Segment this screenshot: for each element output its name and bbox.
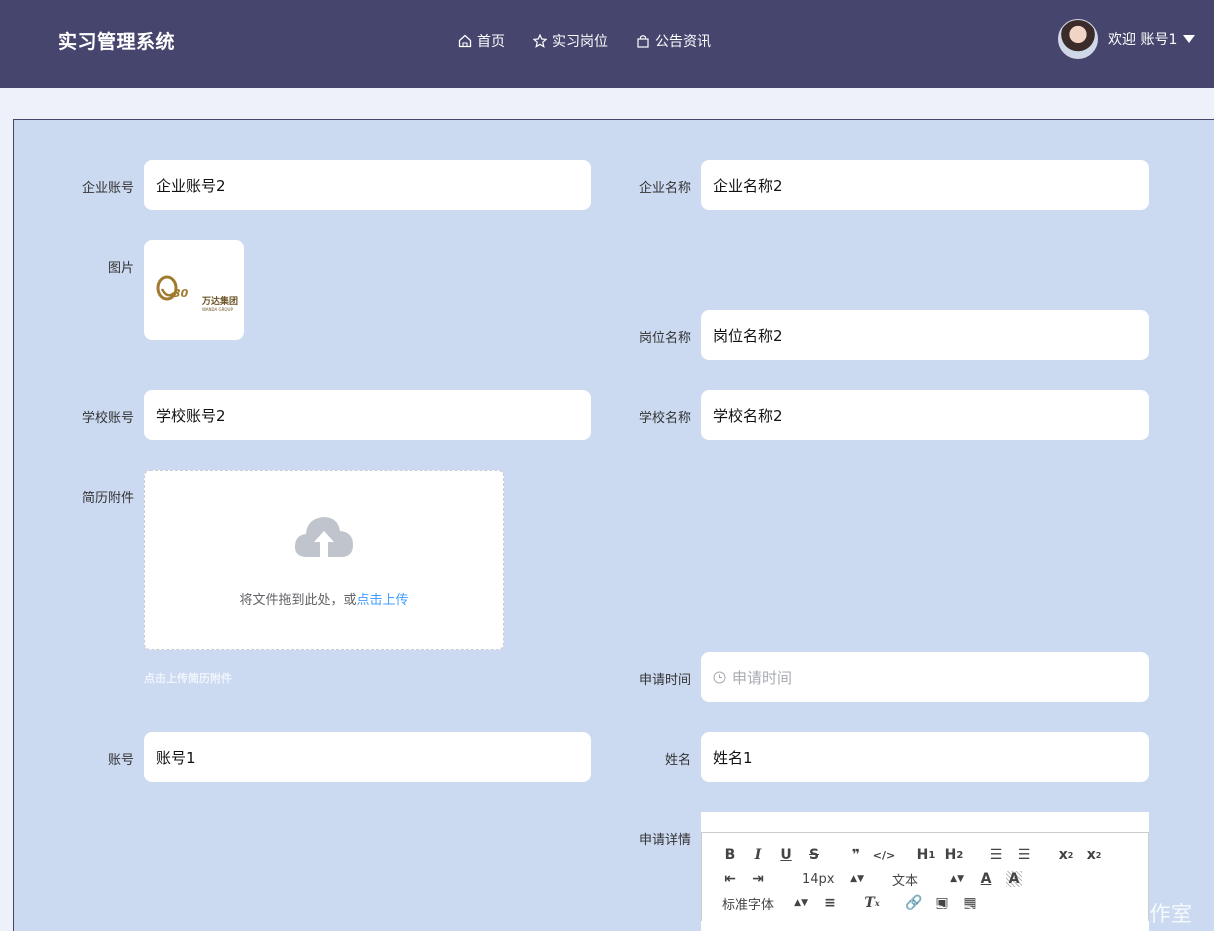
indent-icon[interactable]: ⇥ xyxy=(744,867,772,891)
outdent-icon[interactable]: ⇤ xyxy=(716,867,744,891)
school-account-input[interactable]: 学校账号2 xyxy=(144,390,591,440)
nav-news[interactable]: 公告资讯 xyxy=(636,31,711,51)
svg-text:30: 30 xyxy=(173,287,189,300)
font-family-select[interactable]: 标准字体 ▲▼ xyxy=(716,894,816,913)
underline-button[interactable]: U xyxy=(772,843,800,867)
subscript-button[interactable]: x2 xyxy=(1052,843,1080,867)
school-name-input[interactable]: 学校名称2 xyxy=(701,390,1149,440)
bag-icon xyxy=(637,35,649,48)
header2-button[interactable]: H2 xyxy=(940,843,968,867)
position-name-input[interactable]: 岗位名称2 xyxy=(701,310,1149,360)
resume-upload-dropzone[interactable]: 将文件拖到此处，或点击上传 xyxy=(144,470,504,650)
company-account-label: 企业账号 xyxy=(81,181,134,196)
name-input[interactable]: 姓名1 xyxy=(701,732,1149,782)
apply-time-placeholder: 申请时间 xyxy=(732,668,793,687)
header-select[interactable]: 文本 ▲▼ xyxy=(872,870,972,889)
background-color-icon[interactable]: A xyxy=(1006,871,1022,887)
font-family-value: 标准字体 xyxy=(722,897,775,913)
company-name-input[interactable]: 企业名称2 xyxy=(701,160,1149,210)
bold-button[interactable]: B xyxy=(716,843,744,867)
blockquote-button[interactable]: ❞ xyxy=(842,843,870,867)
upload-tip: 点击上传简历附件 xyxy=(144,672,232,685)
main-nav: 首页 实习岗位 公告资讯 xyxy=(458,31,739,51)
font-size-select[interactable]: 14px ▲▼ xyxy=(772,872,872,887)
italic-button[interactable]: I xyxy=(744,843,772,867)
avatar[interactable] xyxy=(1058,19,1098,59)
school-name-label: 学校名称 xyxy=(638,411,691,426)
strike-button[interactable]: S xyxy=(800,843,828,867)
account-input[interactable]: 账号1 xyxy=(144,732,591,782)
font-size-value: 14px xyxy=(802,871,835,887)
header-arrows-icon: ▲▼ xyxy=(950,874,964,884)
star-icon xyxy=(533,34,547,48)
nav-home[interactable]: 首页 xyxy=(458,31,505,51)
user-menu[interactable]: 欢迎 账号1 xyxy=(1058,19,1196,59)
image-label: 图片 xyxy=(107,261,134,276)
cloud-upload-icon xyxy=(294,517,353,557)
clock-icon xyxy=(713,671,726,683)
apply-time-label: 申请时间 xyxy=(638,673,691,688)
company-logo-image[interactable]: 30 万达集团 WANDA GROUP xyxy=(144,240,244,340)
link-icon[interactable]: 🔗 xyxy=(900,891,928,915)
brand-title: 实习管理系统 xyxy=(58,31,176,53)
caret-down-icon[interactable] xyxy=(1183,35,1196,43)
company-name-label: 企业名称 xyxy=(638,181,691,196)
details-label: 申请详情 xyxy=(638,833,691,848)
resume-label: 简历附件 xyxy=(81,491,134,506)
text-color-icon[interactable]: A xyxy=(972,867,1000,891)
logo-text: 万达集团 xyxy=(202,297,239,307)
watermark: CSDN @计算机毕设工作室 xyxy=(930,902,1193,926)
nav-positions-label: 实习岗位 xyxy=(552,34,608,50)
code-block-icon[interactable]: </> xyxy=(870,843,898,867)
align-icon[interactable]: ≡ xyxy=(816,891,844,915)
upload-click-link[interactable]: 点击上传 xyxy=(357,593,409,608)
header-select-value: 文本 xyxy=(892,873,919,889)
name-label: 姓名 xyxy=(664,753,691,768)
welcome-text: 欢迎 账号1 xyxy=(1108,32,1178,48)
nav-positions[interactable]: 实习岗位 xyxy=(533,31,608,51)
top-header: 实习管理系统 首页 实习岗位 公告资讯 欢迎 账号1 xyxy=(0,0,1214,88)
font-size-arrows-icon: ▲▼ xyxy=(850,874,864,884)
superscript-button[interactable]: x2 xyxy=(1080,843,1108,867)
clear-format-icon[interactable]: Tx xyxy=(858,891,886,915)
apply-time-picker[interactable]: 申请时间 xyxy=(701,652,1149,702)
font-family-arrows-icon: ▲▼ xyxy=(794,898,808,908)
header1-button[interactable]: H1 xyxy=(912,843,940,867)
nav-home-label: 首页 xyxy=(477,34,505,50)
position-name-label: 岗位名称 xyxy=(638,331,691,346)
nav-news-label: 公告资讯 xyxy=(655,34,711,50)
account-label: 账号 xyxy=(107,753,134,768)
school-account-label: 学校账号 xyxy=(81,411,134,426)
bullet-list-icon[interactable]: ☰ xyxy=(1010,843,1038,867)
home-icon xyxy=(458,34,472,48)
company-account-input[interactable]: 企业账号2 xyxy=(144,160,591,210)
logo-subtext: WANDA GROUP xyxy=(202,307,233,312)
ordered-list-icon[interactable]: ☰ xyxy=(982,843,1010,867)
upload-drop-text: 将文件拖到此处，或 xyxy=(239,593,357,608)
